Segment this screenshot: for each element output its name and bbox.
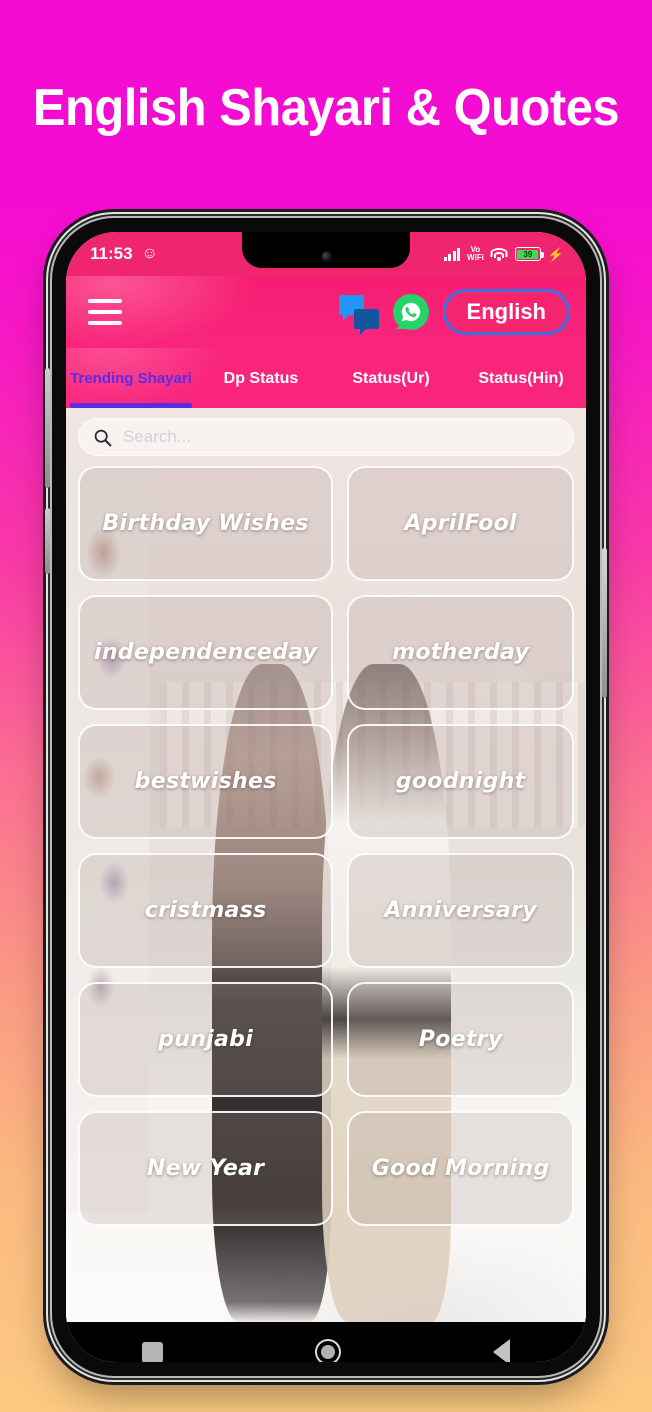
charging-bolt-icon: ⚡ [547, 246, 564, 262]
tab-trending-shayari[interactable]: Trending Shayari [66, 348, 196, 408]
triangle-back-icon[interactable] [493, 1339, 510, 1362]
category-grid: Birthday Wishes AprilFool independenceda… [78, 466, 574, 1226]
category-card-anniversary[interactable]: Anniversary [347, 853, 574, 968]
search-bar-wrapper [78, 418, 574, 456]
front-camera-icon [321, 252, 331, 261]
tab-dp-status[interactable]: Dp Status [196, 348, 326, 408]
language-selector-button[interactable]: English [442, 289, 570, 335]
battery-level-label: 39 [517, 249, 539, 259]
content-area: Birthday Wishes AprilFool independenceda… [66, 408, 586, 1322]
whatsapp-icon[interactable] [392, 294, 429, 330]
category-card-birthday-wishes[interactable]: Birthday Wishes [78, 466, 334, 581]
phone-screen: 11:53 ☺ Vo WiFi 39 ⚡ English Trending Sh… [66, 232, 586, 1362]
category-card-aprilfool[interactable]: AprilFool [347, 466, 574, 581]
hamburger-menu-icon[interactable] [88, 299, 122, 325]
category-card-independenceday[interactable]: independenceday [78, 595, 334, 710]
search-icon [94, 429, 112, 446]
page-title: English Shayari & Quotes [32, 78, 620, 137]
category-card-good-morning[interactable]: Good Morning [347, 1111, 574, 1226]
status-bar-right: Vo WiFi 39 ⚡ [443, 244, 587, 263]
app-bar: English [66, 276, 586, 348]
android-navigation-bar [66, 1322, 586, 1362]
phone-side-button [45, 508, 50, 574]
tab-status-hin[interactable]: Status(Hin) [456, 348, 586, 408]
wifi-icon [490, 247, 508, 261]
status-bar-left: 11:53 ☺ [66, 244, 158, 264]
category-card-goodnight[interactable]: goodnight [347, 724, 574, 839]
phone-notch [242, 232, 410, 268]
battery-icon: 39 [514, 247, 544, 261]
search-input[interactable] [123, 427, 560, 447]
category-card-punjabi[interactable]: punjabi [78, 982, 334, 1097]
category-card-poetry[interactable]: Poetry [347, 982, 574, 1097]
phone-mockup-frame: 11:53 ☺ Vo WiFi 39 ⚡ English Trending Sh… [45, 218, 607, 1376]
app-bar-actions: English [338, 289, 570, 335]
status-bar-clock: 11:53 [90, 244, 133, 263]
square-recents-icon[interactable] [142, 1341, 163, 1362]
category-card-new-year[interactable]: New Year [78, 1111, 334, 1226]
category-card-motherday[interactable]: motherday [347, 595, 574, 710]
category-card-bestwishes[interactable]: bestwishes [78, 724, 334, 839]
circle-home-icon[interactable] [315, 1339, 341, 1362]
status-bar: 11:53 ☺ Vo WiFi 39 ⚡ [66, 232, 586, 276]
cellular-signal-icon [443, 247, 460, 261]
chat-bubbles-icon[interactable] [338, 295, 379, 335]
search-bar[interactable] [78, 418, 574, 456]
vowifi-icon: Vo WiFi [467, 244, 484, 262]
smiley-face-icon: ☺ [141, 245, 158, 262]
tab-status-ur[interactable]: Status(Ur) [326, 348, 456, 408]
tab-bar: Trending Shayari Dp Status Status(Ur) St… [66, 348, 586, 408]
category-card-cristmass[interactable]: cristmass [78, 853, 334, 968]
